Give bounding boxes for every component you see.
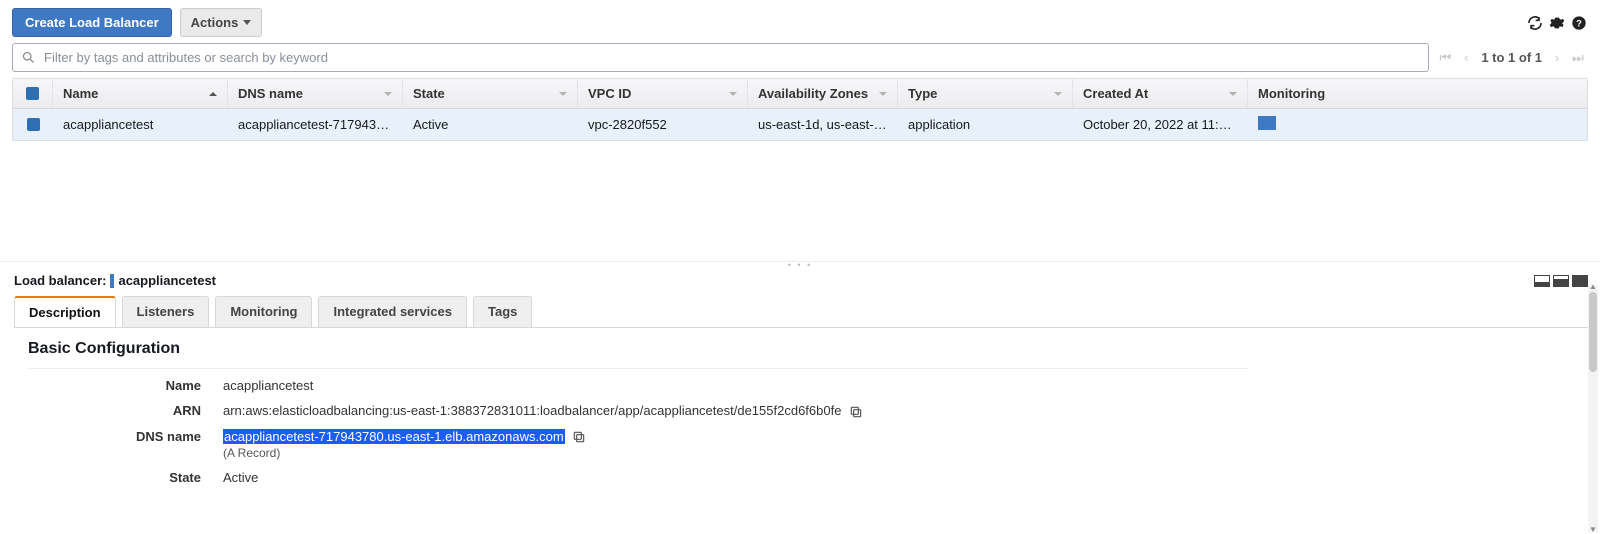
- create-load-balancer-button[interactable]: Create Load Balancer: [12, 8, 172, 37]
- page-last-icon[interactable]: ⏭: [1572, 50, 1584, 66]
- column-header-created[interactable]: Created At: [1073, 79, 1248, 108]
- page-prev-icon[interactable]: ‹: [1460, 50, 1472, 65]
- load-balancer-table: Name DNS name State VPC ID Availability …: [12, 78, 1588, 141]
- value-dns-sub: (A Record): [223, 446, 586, 460]
- sort-icon: [729, 92, 737, 96]
- svg-text:?: ?: [1576, 18, 1582, 28]
- field-dns: DNS name acappliancetest-717943780.us-ea…: [28, 424, 1572, 466]
- scrollbar-thumb[interactable]: [1589, 292, 1597, 372]
- column-header-type[interactable]: Type: [898, 79, 1073, 108]
- sort-icon: [1054, 92, 1062, 96]
- field-name: Name acappliancetest: [28, 373, 1572, 398]
- value-state: Active: [223, 470, 258, 485]
- label-dns: DNS name: [28, 429, 223, 444]
- monitoring-chart-icon: [1258, 116, 1276, 130]
- panel-maximize-button[interactable]: [1572, 275, 1588, 287]
- section-title-basic-config: Basic Configuration: [28, 340, 1572, 358]
- actions-dropdown-button[interactable]: Actions: [180, 8, 263, 37]
- column-header-dns[interactable]: DNS name: [228, 79, 403, 108]
- field-arn: ARN arn:aws:elasticloadbalancing:us-east…: [28, 398, 1572, 424]
- pager: ⏮ ‹ 1 to 1 of 1 › ⏭: [1435, 50, 1588, 66]
- label-arn: ARN: [28, 403, 223, 418]
- scroll-up-icon[interactable]: ▲: [1588, 282, 1598, 291]
- label-name: Name: [28, 378, 223, 393]
- row-checkbox[interactable]: [27, 118, 40, 131]
- filter-box[interactable]: [12, 43, 1429, 72]
- tab-listeners[interactable]: Listeners: [122, 296, 210, 327]
- column-header-az[interactable]: Availability Zones: [748, 79, 898, 108]
- top-toolbar: Create Load Balancer Actions ?: [0, 0, 1600, 43]
- detail-header-name: acappliancetest: [118, 273, 216, 288]
- field-state: State Active: [28, 465, 1572, 490]
- detail-body: Basic Configuration Name acappliancetest…: [0, 328, 1600, 490]
- label-state: State: [28, 470, 223, 485]
- cell-vpc: vpc-2820f552: [578, 110, 748, 139]
- drag-handle-icon: • • •: [788, 260, 812, 270]
- detail-header: Load balancer: acappliancetest: [0, 267, 1600, 292]
- panel-size-controls: [1534, 275, 1588, 287]
- value-name: acappliancetest: [223, 378, 313, 393]
- copy-arn-icon[interactable]: [849, 405, 863, 419]
- tab-integrated-services[interactable]: Integrated services: [318, 296, 467, 327]
- detail-scrollbar[interactable]: ▲ ▼: [1588, 286, 1598, 532]
- sort-icon: [384, 92, 392, 96]
- sort-asc-icon: [209, 92, 217, 96]
- select-all-header[interactable]: [13, 80, 53, 107]
- actions-label: Actions: [191, 15, 239, 30]
- settings-gear-icon[interactable]: [1548, 14, 1566, 32]
- page-first-icon[interactable]: ⏮: [1439, 50, 1451, 66]
- page-next-icon[interactable]: ›: [1551, 50, 1563, 65]
- copy-dns-icon[interactable]: [572, 430, 586, 444]
- refresh-icon[interactable]: [1526, 14, 1544, 32]
- cell-name: acappliancetest: [53, 110, 228, 139]
- cell-state: Active: [403, 110, 578, 139]
- column-header-name[interactable]: Name: [53, 79, 228, 108]
- sort-icon: [559, 92, 567, 96]
- pager-text: 1 to 1 of 1: [1481, 50, 1542, 65]
- sort-icon: [879, 92, 887, 96]
- detail-header-prefix: Load balancer:: [14, 273, 106, 288]
- column-header-vpc[interactable]: VPC ID: [578, 79, 748, 108]
- tab-tags[interactable]: Tags: [473, 296, 532, 327]
- cell-dns: acappliancetest-717943780.…: [228, 110, 403, 139]
- cell-monitoring[interactable]: [1248, 109, 1328, 140]
- column-header-monitoring[interactable]: Monitoring: [1248, 79, 1328, 108]
- cell-az: us-east-1d, us-east-1c, …: [748, 110, 898, 139]
- tab-description[interactable]: Description: [14, 296, 116, 327]
- table-row[interactable]: acappliancetest acappliancetest-71794378…: [13, 109, 1587, 140]
- chevron-down-icon: [243, 20, 251, 25]
- scroll-down-icon[interactable]: ▼: [1588, 525, 1598, 534]
- filter-row: ⏮ ‹ 1 to 1 of 1 › ⏭: [0, 43, 1600, 78]
- column-header-state[interactable]: State: [403, 79, 578, 108]
- cell-type: application: [898, 110, 1073, 139]
- value-arn: arn:aws:elasticloadbalancing:us-east-1:3…: [223, 403, 841, 418]
- toolbar-right: ?: [1526, 14, 1588, 32]
- cell-created: October 20, 2022 at 11:03:3…: [1073, 110, 1248, 139]
- selection-marker-icon: [110, 274, 114, 288]
- table-header-row: Name DNS name State VPC ID Availability …: [13, 79, 1587, 109]
- select-all-checkbox[interactable]: [26, 87, 39, 100]
- sort-icon: [1229, 92, 1237, 96]
- panel-minimize-button[interactable]: [1534, 275, 1550, 287]
- detail-tabs: Description Listeners Monitoring Integra…: [0, 292, 1600, 327]
- value-dns[interactable]: acappliancetest-717943780.us-east-1.elb.…: [223, 429, 565, 444]
- tab-monitoring[interactable]: Monitoring: [215, 296, 312, 327]
- filter-input[interactable]: [42, 49, 1420, 66]
- help-icon[interactable]: ?: [1570, 14, 1588, 32]
- panel-split-button[interactable]: [1553, 275, 1569, 287]
- search-icon: [21, 50, 36, 65]
